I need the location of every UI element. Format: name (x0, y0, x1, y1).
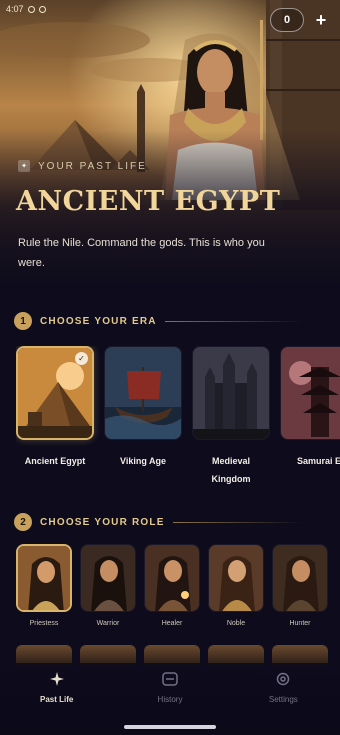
role-label: Healer (161, 620, 183, 627)
era-label: Ancient Egypt (24, 456, 86, 466)
status-icon (38, 5, 46, 13)
hero-eyebrow: ✦ YOUR PAST LIFE (18, 160, 147, 172)
role-section-header: 2 CHOOSE YOUR ROLE (14, 513, 324, 531)
era-carousel[interactable]: ✓ Ancient Egypt Viking Age Medieval King… (16, 346, 340, 496)
page-title: ANCIENT EGYPT (16, 186, 281, 217)
role-card-noble[interactable]: Noble (208, 544, 264, 627)
step-number: 1 (14, 312, 32, 330)
era-label: Samurai E (296, 456, 340, 466)
role-label: Noble (226, 620, 246, 627)
role-label: Priestess (29, 620, 59, 627)
era-label: Medieval Kingdom (211, 456, 251, 484)
status-bar: 4:07 (6, 4, 46, 14)
role-card-peek[interactable] (208, 645, 264, 665)
role-card-peek[interactable] (144, 645, 200, 665)
role-image (16, 544, 72, 612)
hero-subtitle: Rule the Nile. Command the gods. This is… (18, 237, 265, 269)
era-image: ✓ (16, 346, 94, 440)
status-time: 4:07 (6, 4, 24, 14)
role-grid-next-row (16, 645, 340, 665)
section-label: CHOOSE YOUR ROLE (40, 516, 165, 528)
section-label: CHOOSE YOUR ERA (40, 315, 157, 327)
era-image (104, 346, 182, 440)
role-image (80, 544, 136, 612)
role-label: Warrior (96, 620, 120, 627)
home-indicator[interactable] (124, 725, 216, 729)
role-card-peek[interactable] (16, 645, 72, 665)
role-card-priestess[interactable]: Priestess (16, 544, 72, 627)
eyebrow-label: YOUR PAST LIFE (38, 160, 147, 172)
coin-count: 0 (283, 14, 291, 26)
step-number: 2 (14, 513, 32, 531)
role-grid: Priestess Warrior Healer Noble Hunter (16, 544, 340, 634)
role-label: Hunter (289, 620, 311, 627)
divider (172, 521, 304, 523)
nav-label: Settings (268, 695, 298, 704)
era-card-ancient-egypt[interactable]: ✓ Ancient Egypt (16, 346, 94, 470)
role-image (272, 544, 328, 612)
gear-icon (275, 671, 291, 687)
era-image (192, 346, 270, 440)
status-icon (27, 5, 35, 13)
divider (164, 320, 304, 322)
role-card-warrior[interactable]: Warrior (80, 544, 136, 627)
add-button[interactable]: + (312, 10, 330, 31)
nav-item-settings[interactable]: Settings (227, 663, 340, 735)
history-icon (162, 671, 178, 687)
role-card-peek[interactable] (272, 645, 328, 665)
role-card-hunter[interactable]: Hunter (272, 544, 328, 627)
nav-item-past-life[interactable]: Past Life (0, 663, 113, 735)
role-image (144, 544, 200, 612)
top-actions: 0 + (270, 8, 330, 32)
era-section-header: 1 CHOOSE YOUR ERA (14, 312, 324, 330)
era-card-samurai[interactable]: Samurai E (280, 346, 340, 470)
era-label: Viking Age (119, 456, 166, 466)
role-image (208, 544, 264, 612)
hero-banner: 4:07 0 + ✦ YOUR PAST LIFE ANCIENT EGYPT … (0, 0, 340, 300)
bottom-navigation: Past Life History Settings (0, 663, 340, 735)
coin-balance-button[interactable]: 0 (270, 8, 304, 32)
role-card-healer[interactable]: Healer (144, 544, 200, 627)
era-image (280, 346, 340, 440)
sparkle-icon (49, 671, 65, 687)
nav-label: Past Life (39, 695, 74, 704)
era-card-medieval-kingdom[interactable]: Medieval Kingdom (192, 346, 270, 488)
sparkle-icon: ✦ (18, 160, 30, 172)
role-card-peek[interactable] (80, 645, 136, 665)
era-card-viking-age[interactable]: Viking Age (104, 346, 182, 470)
check-icon: ✓ (75, 352, 88, 365)
nav-label: History (157, 695, 183, 704)
